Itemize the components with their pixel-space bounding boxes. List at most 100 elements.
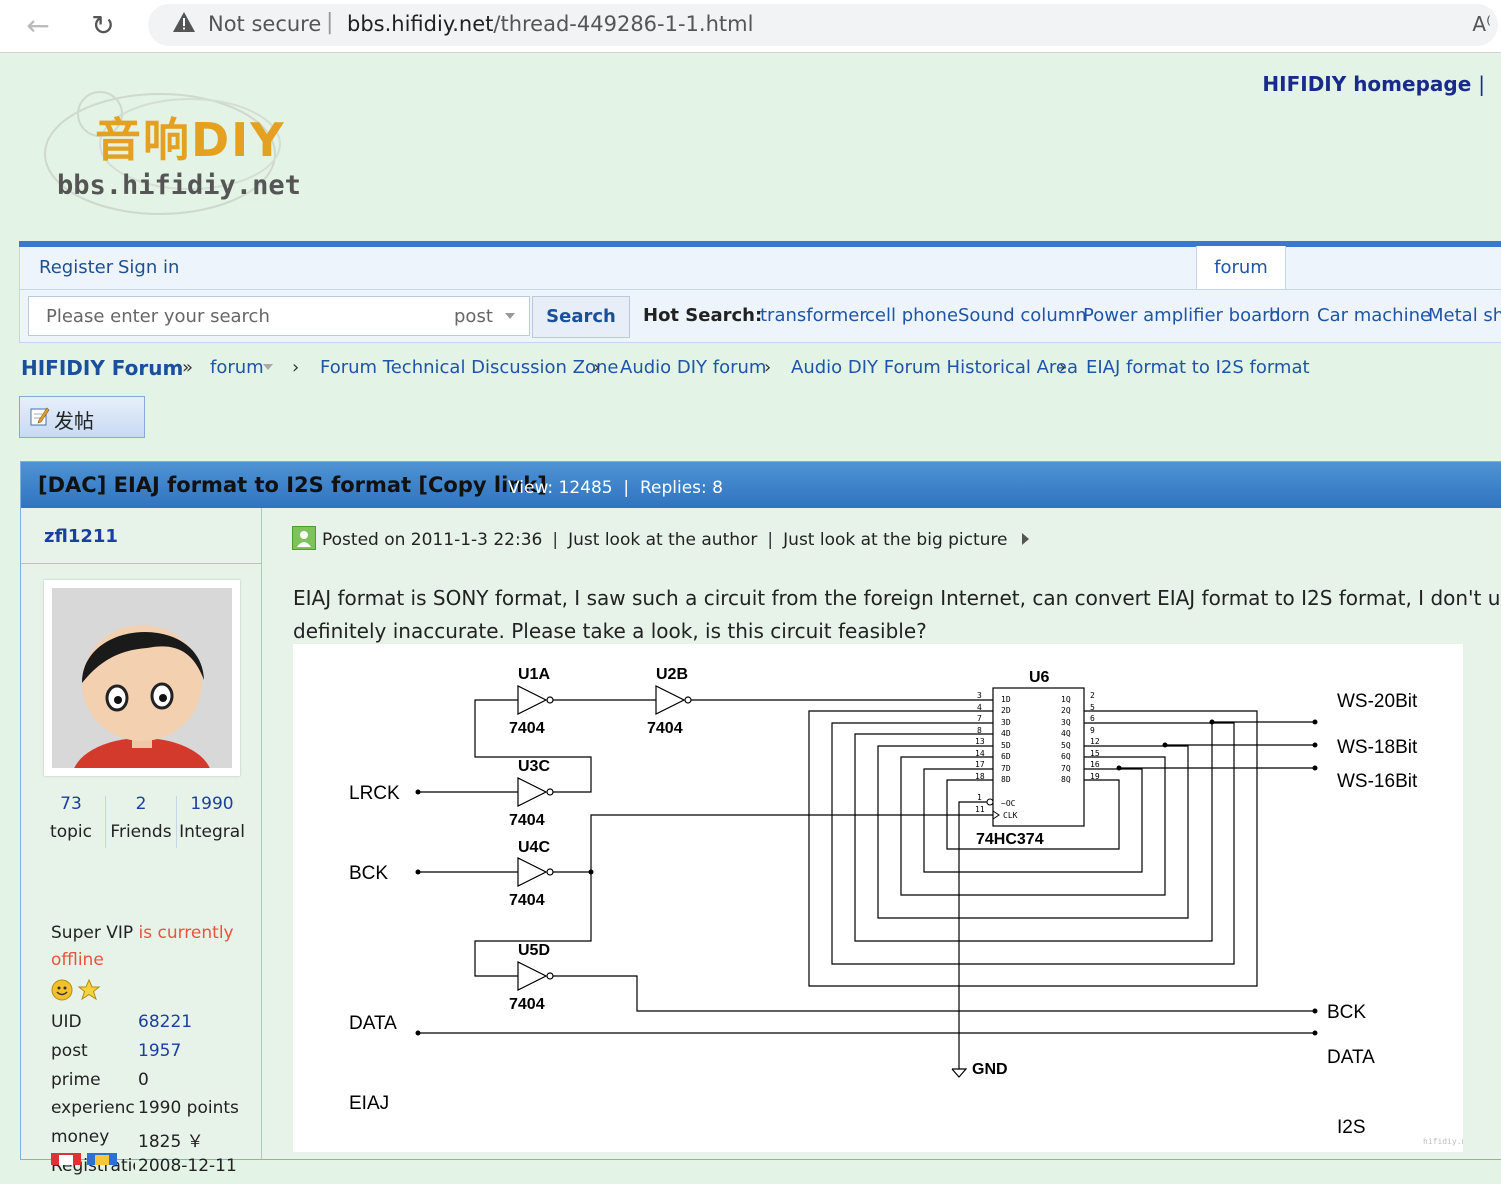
svg-text:~OC: ~OC <box>1001 799 1016 808</box>
integral-count-label: Integral <box>179 822 245 842</box>
breadcrumb-audio-diy[interactable]: Audio DIY forum <box>620 357 766 378</box>
back-arrow-icon[interactable]: ← <box>20 8 56 44</box>
friends-count[interactable]: 2 Friends <box>109 794 173 842</box>
hot-search-link[interactable]: cell phone <box>865 305 958 326</box>
watermark: hifidiy.net <box>1423 1137 1463 1146</box>
label-ws16: WS-16Bit <box>1337 771 1418 792</box>
author-name[interactable]: zfl1211 <box>44 526 118 547</box>
label-eiaj: EIAJ <box>349 1093 389 1114</box>
svg-text:1D: 1D <box>1001 695 1011 704</box>
topic-count-value: 73 <box>60 794 82 814</box>
post-value[interactable]: 1957 <box>138 1041 181 1061</box>
svg-text:CLK: CLK <box>1003 811 1018 820</box>
reload-icon[interactable]: ↻ <box>85 8 121 44</box>
just-author-link[interactable]: Just look at the author <box>568 530 757 550</box>
tab-forum[interactable]: forum <box>1196 246 1286 289</box>
label-74hc374: 74HC374 <box>976 831 1044 848</box>
thread-header: [DAC] EIAJ format to I2S format [Copy li… <box>21 462 1501 508</box>
hot-search-link[interactable]: horn <box>1269 305 1310 326</box>
hot-search-link[interactable]: transformer <box>760 305 867 326</box>
breadcrumb-historical[interactable]: Audio DIY Forum Historical Area <box>791 357 1078 378</box>
post-content: Posted on 2011-1-3 22:36 | Just look at th… <box>262 508 1501 1159</box>
breadcrumb-separator: › <box>764 357 772 378</box>
topic-count[interactable]: 73 topic <box>43 794 99 842</box>
breadcrumb-home[interactable]: HIFIDIY Forum <box>21 356 183 380</box>
search-button[interactable]: Search <box>532 296 630 338</box>
play-arrow-icon[interactable] <box>1021 533 1029 545</box>
breadcrumb-forum[interactable]: forum <box>210 357 264 378</box>
svg-text:4: 4 <box>977 703 982 712</box>
thread-title[interactable]: [DAC] EIAJ format to I2S format [Copy li… <box>38 473 547 497</box>
url-text[interactable]: bbs.hifidiy.net/thread-449286-1-1.html <box>347 12 753 36</box>
svg-text:7D: 7D <box>1001 764 1011 773</box>
svg-text:7Q: 7Q <box>1061 764 1071 773</box>
circuit-diagram[interactable]: U1A U2B U3C U4C U5D U6 7404 7404 7404 74… <box>293 644 1476 1152</box>
svg-text:1: 1 <box>977 793 982 802</box>
post-meta: Posted on 2011-1-3 22:36 | Just look at th… <box>292 526 1029 550</box>
big-picture-link[interactable]: Just look at the big picture <box>783 530 1007 550</box>
breadcrumb-tech-zone[interactable]: Forum Technical Discussion Zone <box>320 357 618 378</box>
author-sidebar: zfl1211 73 topic 2 Friends 1990 Integral Su… <box>21 508 262 1176</box>
online-user-icon <box>292 526 316 550</box>
search-input[interactable]: Please enter your search post <box>28 296 530 336</box>
homepage-link[interactable]: HIFIDIY homepage | <box>1262 72 1485 96</box>
svg-text:3D: 3D <box>1001 718 1011 727</box>
breadcrumb-separator: » <box>182 357 194 378</box>
uid-label: UID <box>51 1012 82 1032</box>
registration-value: 2008-12-11 <box>138 1156 237 1176</box>
prime-label: prime <box>51 1070 101 1090</box>
url-divider: | <box>326 10 334 35</box>
hot-search-label: Hot Search: <box>643 305 763 326</box>
thread-stats: View: 12485 | Replies: 8 <box>508 478 723 498</box>
not-secure-label[interactable]: Not secure <box>208 12 321 36</box>
site-logo[interactable]: 音响DIY bbs.hifidiy.net <box>40 74 330 234</box>
avatar[interactable] <box>44 580 240 776</box>
svg-text:6D: 6D <box>1001 752 1011 761</box>
hot-search-link[interactable]: Power amplifier board <box>1083 305 1281 326</box>
friends-count-label: Friends <box>110 822 172 842</box>
label-ws18: WS-18Bit <box>1337 737 1418 758</box>
svg-text:11: 11 <box>975 805 985 814</box>
circuit-schematic: U1A U2B U3C U4C U5D U6 7404 7404 7404 74… <box>349 666 1476 1146</box>
uid-value[interactable]: 68221 <box>138 1012 192 1032</box>
svg-text:2: 2 <box>1090 691 1095 700</box>
svg-text:19: 19 <box>1090 772 1100 781</box>
smiley-star-icon <box>51 978 101 1001</box>
user-group-name[interactable]: Super VIP <box>51 923 133 943</box>
money-label: money <box>51 1127 110 1147</box>
label-u6: U6 <box>1029 669 1050 686</box>
divider <box>176 796 177 848</box>
signin-link[interactable]: Sign in <box>118 257 179 278</box>
hot-search-link[interactable]: Car machine <box>1317 305 1431 326</box>
svg-text:1Q: 1Q <box>1061 695 1071 704</box>
label-u2b: U2B <box>656 666 688 683</box>
label-7404: 7404 <box>509 812 545 829</box>
author-counts: 73 topic 2 Friends 1990 Integral <box>21 794 261 854</box>
hot-search-link[interactable]: Metal she <box>1428 305 1501 326</box>
new-post-button[interactable]: 发帖 <box>19 396 145 438</box>
chevron-down-icon[interactable] <box>263 364 273 370</box>
url-host: bbs.hifidiy.net <box>347 12 494 36</box>
search-type-select[interactable]: post <box>454 306 493 327</box>
label-data-in: DATA <box>349 1013 397 1034</box>
label-data-out: DATA <box>1327 1047 1375 1068</box>
medal-badges <box>51 1150 121 1169</box>
breadcrumb-current[interactable]: EIAJ format to I2S format <box>1086 357 1310 378</box>
label-u3c: U3C <box>518 758 550 775</box>
register-link[interactable]: Register <box>39 257 113 278</box>
svg-text:9: 9 <box>1090 726 1095 735</box>
svg-text:4D: 4D <box>1001 729 1011 738</box>
label-7404: 7404 <box>509 720 545 737</box>
user-rank-icons <box>51 978 103 1006</box>
label-ws20: WS-20Bit <box>1337 691 1418 712</box>
search-placeholder: Please enter your search <box>46 306 270 327</box>
hot-search-link[interactable]: Sound column <box>958 305 1087 326</box>
meta-divider: | <box>552 530 559 550</box>
prime-value: 0 <box>138 1070 149 1090</box>
warning-triangle-icon[interactable] <box>172 10 196 34</box>
chevron-down-icon[interactable] <box>505 313 515 319</box>
info-row-post: post 1957 <box>51 1041 251 1069</box>
integral-count[interactable]: 1990 Integral <box>179 794 245 842</box>
medal-icon <box>51 1153 117 1165</box>
read-aloud-icon[interactable]: A⁽ <box>1472 12 1491 36</box>
